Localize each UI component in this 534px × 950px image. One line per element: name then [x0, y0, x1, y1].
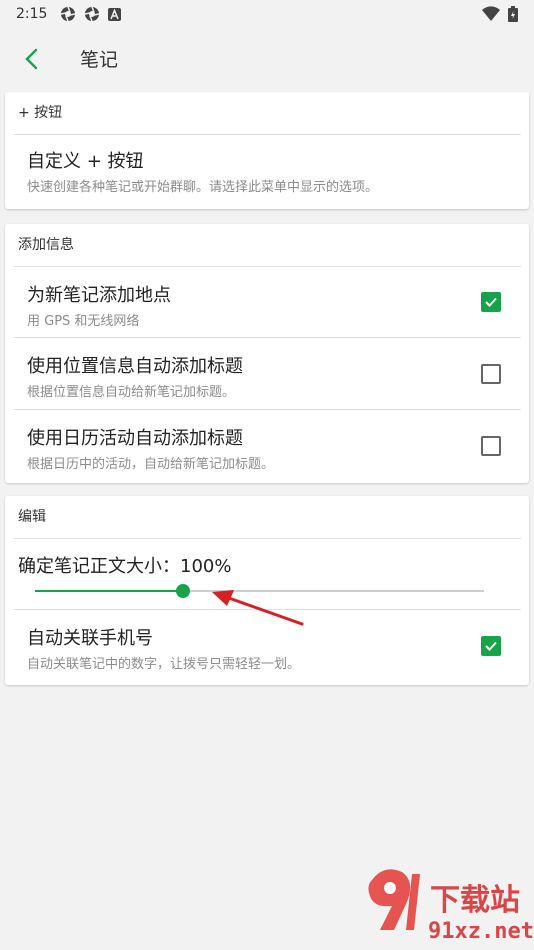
add-info-section: 添加信息 为新笔记添加地点 用 GPS 和无线网络 使用位置信息自动添加标题 根… [5, 224, 529, 483]
row-title: 自定义 + 按钮 [27, 151, 144, 172]
slider-fill [35, 590, 184, 592]
page-title: 笔记 [80, 49, 119, 71]
row-title: 自动关联手机号 [27, 628, 153, 649]
row-subtitle: 快速创建各种笔记或开始群聊。请选择此菜单中显示的选项。 [27, 180, 379, 195]
section-header: 添加信息 [18, 237, 74, 253]
add-location-item[interactable]: 为新笔记添加地点 用 GPS 和无线网络 [5, 267, 529, 337]
add-location-checkbox[interactable] [481, 292, 501, 312]
a-notification-icon [108, 8, 121, 21]
wifi-icon [482, 6, 500, 22]
chevron-left-icon[interactable] [18, 44, 48, 74]
status-bar: 2:15 [0, 0, 534, 28]
status-time: 2:15 [16, 6, 48, 22]
section-header: + 按钮 [18, 105, 63, 121]
customize-plus-button-item[interactable]: 自定义 + 按钮 快速创建各种笔记或开始群聊。请选择此菜单中显示的选项。 [5, 135, 529, 209]
section-header: 编辑 [18, 509, 46, 525]
slider-thumb[interactable] [176, 584, 191, 598]
app-bar: 笔记 [0, 28, 534, 90]
row-subtitle: 用 GPS 和无线网络 [27, 314, 140, 329]
checkmark-icon [485, 297, 497, 307]
calendar-title-item[interactable]: 使用日历活动自动添加标题 根据日历中的活动，自动给新笔记加标题。 [5, 410, 529, 482]
row-title: 使用位置信息自动添加标题 [27, 356, 243, 377]
aperture-icon [84, 6, 100, 22]
checkmark-icon [485, 641, 497, 651]
font-size-label: 确定笔记正文大小：100% [18, 556, 232, 577]
row-title: 使用日历活动自动添加标题 [27, 428, 243, 449]
battery-icon [508, 6, 518, 22]
row-title: 为新笔记添加地点 [27, 285, 171, 306]
site-watermark-logo: 下载站 91xz.net [368, 869, 534, 944]
annotation-arrow-icon [212, 590, 304, 626]
row-subtitle: 根据位置信息自动给新笔记加标题。 [27, 385, 236, 400]
auto-link-phone-checkbox[interactable] [481, 636, 501, 656]
plus-button-section: + 按钮 自定义 + 按钮 快速创建各种笔记或开始群聊。请选择此菜单中显示的选项… [5, 92, 529, 209]
row-subtitle: 自动关联笔记中的数字，让拨号只需轻轻一划。 [27, 657, 301, 672]
calendar-title-checkbox[interactable] [481, 436, 501, 456]
svg-text:下载站: 下载站 [430, 883, 520, 918]
svg-text:91xz.net: 91xz.net [428, 919, 534, 944]
location-title-item[interactable]: 使用位置信息自动添加标题 根据位置信息自动给新笔记加标题。 [5, 338, 529, 409]
row-subtitle: 根据日历中的活动，自动给新笔记加标题。 [27, 457, 275, 472]
aperture-icon [60, 6, 76, 22]
location-title-checkbox[interactable] [481, 364, 501, 384]
